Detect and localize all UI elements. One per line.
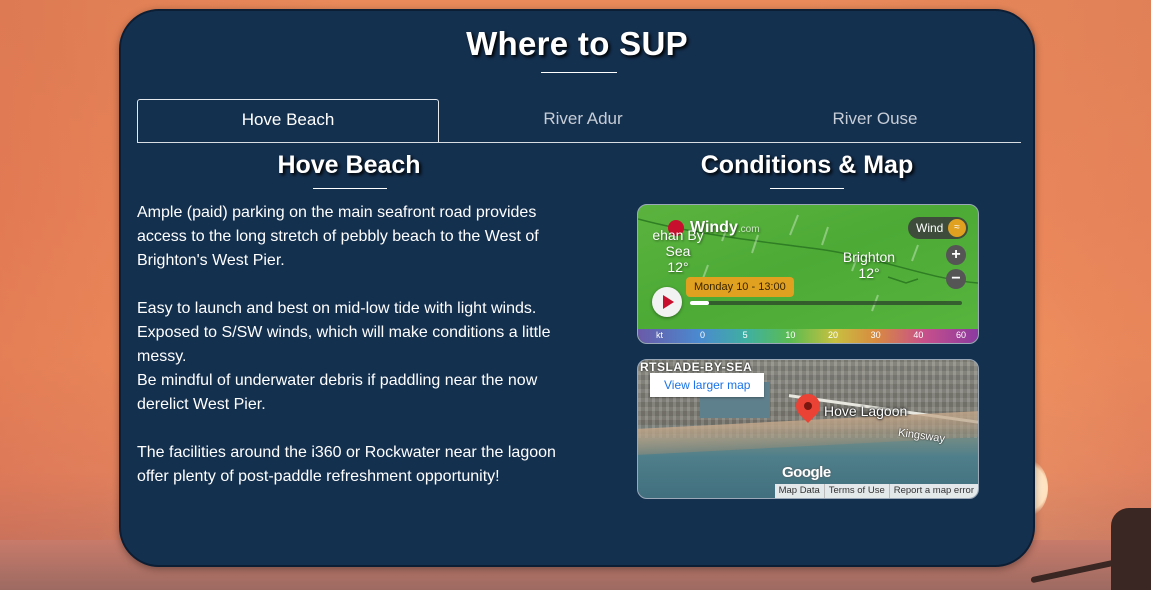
map-pin-label: Hove Lagoon: [824, 403, 908, 419]
scale-tick-label: 30: [870, 330, 881, 340]
place-brighton: Brighton 12°: [834, 249, 904, 281]
location-tabs: Hove Beach River Adur River Ouse: [137, 99, 1021, 143]
conditions-heading: Conditions & Map: [700, 151, 914, 179]
place-shoreham: ehan By Sea 12°: [638, 227, 718, 275]
zoom-out-button[interactable]: −: [946, 269, 966, 289]
scale-tick-label: 60: [956, 330, 967, 340]
map-area-label: RTSLADE-BY-SEA: [640, 360, 753, 374]
page-title: Where to SUP: [466, 25, 688, 62]
paddler-silhouette: [1111, 508, 1151, 590]
map-pin-dot: [804, 402, 812, 410]
wind-layer-toggle[interactable]: Wind ≈: [908, 217, 968, 239]
place-brighton-name: Brighton: [842, 249, 896, 265]
description-paragraph: Easy to launch and best on mid-low tide …: [137, 300, 551, 365]
zoom-in-button[interactable]: +: [946, 245, 966, 265]
place-shoreham-temp: 12°: [667, 259, 689, 275]
windy-logo-suffix: .com: [737, 224, 760, 235]
terms-of-use-link[interactable]: Terms of Use: [823, 484, 889, 498]
wind-speed-scale: kt 0 5 10 20 30 40 60: [638, 329, 978, 343]
scale-tick-label: 0: [700, 330, 706, 340]
play-button[interactable]: [652, 287, 682, 317]
google-map-embed[interactable]: RTSLADE-BY-SEA View larger map Hove Lago…: [637, 359, 979, 499]
play-icon: [663, 295, 674, 309]
report-map-error-link[interactable]: Report a map error: [888, 484, 978, 498]
where-to-sup-card: Where to SUP Hove Beach River Adur River…: [119, 9, 1035, 567]
tab-river-adur[interactable]: River Adur: [437, 99, 729, 140]
forecast-time-label: Monday 10 - 13:00: [686, 277, 794, 297]
scale-tick-label: 40: [913, 330, 924, 340]
scale-unit: kt: [656, 330, 664, 340]
scale-tick-label: 5: [742, 330, 748, 340]
map-data-link[interactable]: Map Data: [775, 484, 824, 498]
scale-tick-label: 10: [785, 330, 796, 340]
google-logo: Google: [782, 464, 831, 481]
tab-river-ouse[interactable]: River Ouse: [729, 99, 1021, 140]
map-attribution: Map Data Terms of Use Report a map error: [774, 484, 978, 498]
place-shoreham-name: ehan By Sea: [652, 227, 704, 259]
description-paragraph: Ample (paid) parking on the main seafron…: [137, 204, 539, 269]
forecast-timeline[interactable]: [690, 301, 962, 305]
scale-tick-label: 20: [828, 330, 839, 340]
place-brighton-temp: 12°: [858, 265, 880, 281]
location-description: Ample (paid) parking on the main seafron…: [137, 201, 567, 489]
conditions-heading-underline: [770, 188, 844, 189]
description-paragraph: The facilities around the i360 or Rockwa…: [137, 444, 556, 485]
tab-hove-beach[interactable]: Hove Beach: [137, 99, 439, 142]
location-heading-underline: [313, 188, 387, 189]
title-underline: [541, 72, 617, 73]
view-larger-map-link[interactable]: View larger map: [650, 373, 765, 397]
location-heading: Hove Beach: [277, 151, 421, 179]
timeline-progress: [690, 301, 710, 305]
description-paragraph: Be mindful of underwater debris if paddl…: [137, 372, 538, 413]
wind-icon: ≈: [948, 219, 966, 237]
windy-forecast-widget[interactable]: Windy.com ehan By Sea 12° Brighton 12° W…: [637, 204, 979, 344]
wind-layer-label: Wind: [916, 221, 944, 235]
